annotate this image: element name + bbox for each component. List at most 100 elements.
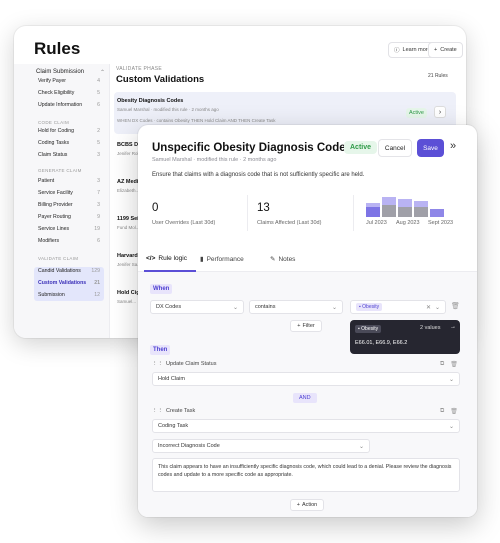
sidebar-item[interactable]: Patient 3 — [38, 178, 100, 184]
sidebar-item-label: Update Information — [38, 102, 83, 108]
info-icon: ⓘ — [394, 48, 400, 54]
sidebar-item-label: Coding Tasks — [38, 140, 70, 146]
page-title: Rules — [34, 39, 81, 58]
sidebar-item[interactable]: Service Facility 7 — [38, 190, 100, 196]
action-header: ⋮⋮ Update Claim Status — [152, 361, 216, 367]
sidebar-item-label: Candid Validations — [38, 268, 81, 274]
tab-notes[interactable]: ✎ Notes — [270, 255, 296, 264]
clear-icon[interactable]: ✕ — [426, 304, 431, 311]
divider — [247, 195, 248, 231]
sidebar-item[interactable]: Verify Payer 4 — [38, 78, 100, 84]
tooltip-chip: ▪ Obesity — [355, 325, 382, 333]
divider — [353, 195, 354, 231]
sidebar-item-count: 6 — [97, 238, 100, 244]
sidebar-item-label: Verify Payer — [38, 78, 66, 84]
task-reason-select[interactable]: Incorrect Diagnosis Code ⌄ — [152, 439, 370, 453]
bar-sept-2 — [430, 209, 444, 217]
sidebar-item-label: Patient — [38, 178, 55, 184]
condition-field-select[interactable]: DX Codes ⌄ — [150, 300, 244, 314]
save-button[interactable]: Save — [417, 139, 444, 157]
sidebar-item-label: Claim Status — [38, 152, 68, 158]
chevron-down-icon: ⌄ — [331, 304, 337, 311]
value-chip[interactable]: ▪ Obesity — [356, 303, 383, 311]
chevron-down-icon: ⌄ — [358, 443, 364, 450]
claim-status-select[interactable]: Hold Claim ⌄ — [152, 372, 460, 386]
sidebar-item-count: 7 — [97, 190, 100, 196]
bar-sept-1 — [414, 201, 428, 217]
rule-summary: WHEN DX Codes · contains Obesity THEN Ho… — [117, 118, 276, 123]
sidebar-item[interactable]: Update Information 6 — [38, 102, 100, 108]
month-label-jul: Jul 2023 — [366, 220, 387, 226]
sidebar-item-label: Billing Provider — [38, 202, 73, 208]
condition-operator-select[interactable]: contains ⌄ — [249, 300, 343, 314]
sidebar-item-count: 3 — [97, 152, 100, 158]
arrow-right-icon[interactable]: → — [450, 324, 456, 330]
section-heading: Custom Validations — [116, 74, 205, 85]
add-filter-button[interactable]: + Filter — [290, 320, 322, 332]
bar-chart-icon: ▮ — [200, 256, 204, 263]
copy-icon[interactable]: ⧉ — [440, 408, 444, 415]
modal-description: Ensure that claims with a diagnosis code… — [152, 172, 365, 178]
collapse-panel-icon[interactable]: » — [450, 140, 456, 152]
sidebar-item-label: Service Lines — [38, 226, 70, 232]
sidebar-item[interactable]: Billing Provider 3 — [38, 202, 100, 208]
stat-claims-label: Claims Affected (Last 30d) — [257, 220, 322, 226]
drag-handle-icon[interactable]: ⋮⋮ — [152, 408, 163, 414]
note-icon: ✎ — [270, 256, 276, 263]
month-label-aug: Aug 2023 — [396, 220, 420, 226]
stat-claims-value: 13 — [257, 202, 270, 214]
reason-value: Incorrect Diagnosis Code — [158, 443, 220, 449]
when-keyword: When — [150, 284, 173, 294]
task-type-select[interactable]: Coding Task ⌄ — [152, 419, 460, 433]
sidebar-header[interactable]: Claim Submission — [36, 69, 84, 75]
tooltip-values: E66.01, E66.9, E66.2 — [355, 340, 408, 346]
trash-icon[interactable]: 🗑 — [450, 408, 458, 415]
tab-label: Notes — [278, 255, 296, 263]
sidebar-item[interactable]: Payer Routing 9 — [38, 214, 100, 220]
trash-icon[interactable]: 🗑 — [451, 302, 460, 310]
copy-icon[interactable]: ⧉ — [440, 361, 444, 368]
plus-icon: + — [296, 502, 300, 508]
chevron-down-icon: ⌄ — [232, 304, 238, 311]
then-keyword: Then — [150, 345, 171, 355]
stat-overrides-value: 0 — [152, 202, 159, 214]
action-label: Update Claim Status — [166, 361, 217, 367]
sidebar-item-label: Submission — [38, 292, 65, 298]
bar-aug-2 — [398, 199, 412, 217]
rule-name: Obesity Diagnosis Codes — [117, 98, 184, 104]
add-action-button[interactable]: + Action — [290, 499, 324, 511]
sidebar-item[interactable]: Submission 12 — [38, 292, 100, 298]
status-badge[interactable]: Active — [344, 141, 378, 154]
task-message-textarea[interactable]: This claim appears to have an insufficie… — [152, 458, 460, 492]
plus-icon: + — [434, 47, 438, 53]
bar-aug-1 — [382, 197, 396, 217]
month-label-sept: Sept 2023 — [428, 220, 454, 226]
cancel-button[interactable]: Cancel — [378, 139, 412, 157]
sidebar-item[interactable]: Claim Status 3 — [38, 152, 100, 158]
sidebar-item-label: Hold for Coding — [38, 128, 75, 134]
sidebar-item[interactable]: Hold for Coding 2 — [38, 128, 100, 134]
trash-icon[interactable]: 🗑 — [450, 361, 458, 368]
sidebar-item-label: Check Eligibility — [38, 90, 75, 96]
sidebar-item[interactable]: Service Lines 19 — [38, 226, 100, 232]
drag-handle-icon[interactable]: ⋮⋮ — [152, 361, 163, 367]
sidebar-item[interactable]: Candid Validations 129 — [38, 268, 100, 274]
sidebar-item-label: Custom Validations — [38, 280, 87, 286]
chevron-up-icon[interactable]: ⌃ — [100, 69, 105, 76]
rule-detail-modal: Unspecific Obesity Diagnosis Codes Activ… — [138, 125, 477, 517]
tab-rule-logic[interactable]: </> Rule logic — [146, 255, 187, 262]
sidebar-item-count: 6 — [97, 102, 100, 108]
create-button[interactable]: + Create — [428, 42, 463, 58]
rule-logic-panel: When DX Codes ⌄ contains ⌄ ▪ Obesity ✕ ⌄ 🗑… — [138, 272, 477, 517]
condition-value-input[interactable]: ▪ Obesity ✕ ⌄ — [350, 300, 446, 314]
phase-label: VALIDATE PHASE — [116, 66, 162, 72]
sidebar-item[interactable]: Check Eligibility 5 — [38, 90, 100, 96]
status-value: Hold Claim — [158, 376, 185, 382]
tab-performance[interactable]: ▮ Performance — [200, 255, 244, 264]
sidebar-item[interactable]: Modifiers 6 — [38, 238, 100, 244]
sidebar-item[interactable]: Custom Validations 21 — [38, 280, 100, 286]
chevron-right-icon[interactable]: › — [434, 106, 446, 118]
sidebar-item[interactable]: Coding Tasks 5 — [38, 140, 100, 146]
plus-icon: + — [297, 323, 301, 329]
sidebar-item-count: 3 — [97, 202, 100, 208]
